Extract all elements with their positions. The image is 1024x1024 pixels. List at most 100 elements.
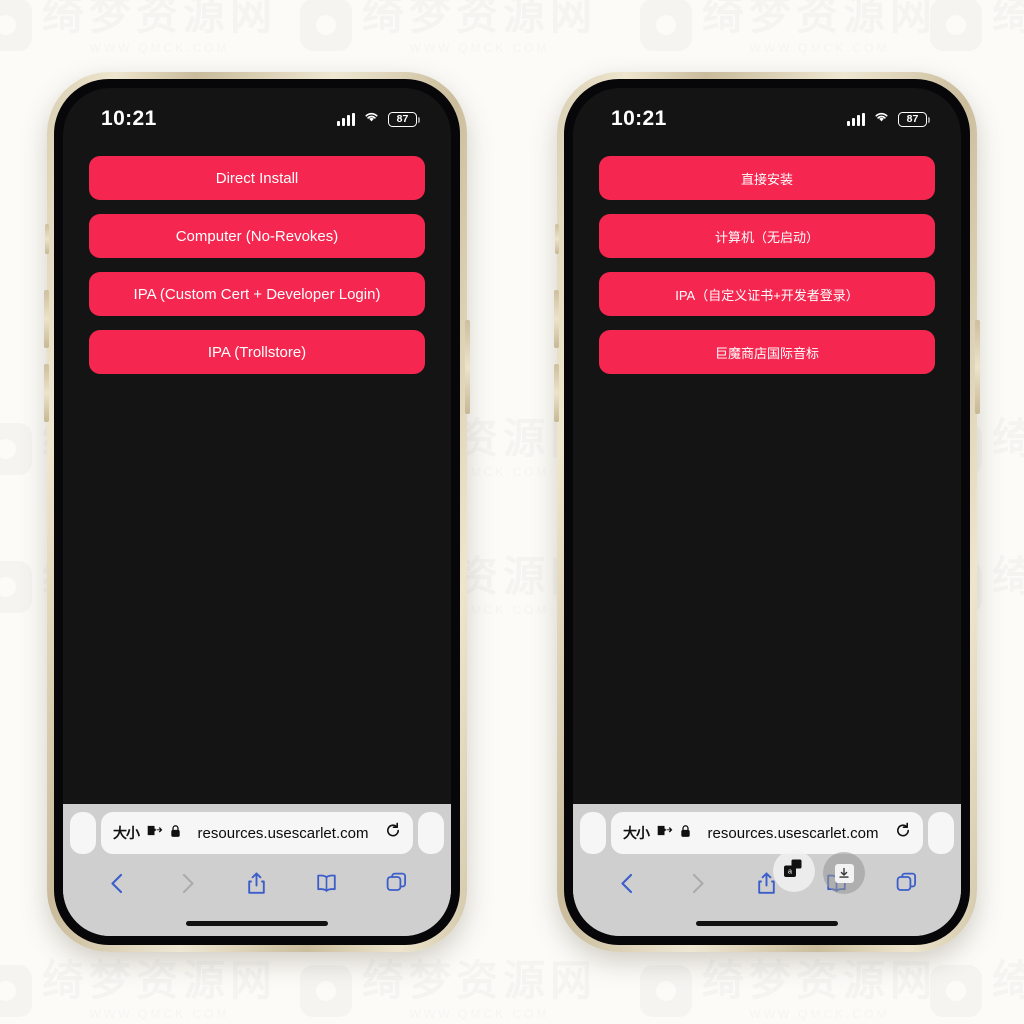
watermark-logo-icon	[0, 964, 32, 1017]
watermark-url: WWW.QMCK.COM	[749, 1007, 890, 1021]
toolbar-forward-button[interactable]	[686, 871, 709, 901]
home-indicator[interactable]	[696, 920, 838, 926]
aa-text-size-icon[interactable]: 大小	[113, 823, 140, 843]
url-bar[interactable]: 大小 resources.usescarlet.com	[101, 812, 413, 854]
watermark: 绮梦资源网 WWW.QMCK.COM	[640, 0, 937, 55]
device-bezel: 10:21 87 直接安装计算机（无启动） IPA（自定义证书+开发者登录） 巨魔商…	[564, 79, 970, 945]
previous-tab-peek[interactable]	[70, 812, 96, 854]
watermark-text: 绮梦资源网	[362, 0, 598, 38]
volume-up-button[interactable]	[44, 290, 49, 348]
status-bar: 10:21 87	[63, 88, 451, 140]
url-text[interactable]: resources.usescarlet.com	[188, 825, 378, 842]
chevron-right-icon	[176, 873, 199, 900]
toolbar-tabs-button[interactable]	[895, 871, 918, 901]
toolbar-back-button[interactable]	[106, 871, 129, 901]
watermark: 绮梦资源网 WWW.QMCK.COM	[640, 960, 937, 1021]
puzzle-piece-icon[interactable]	[146, 824, 163, 842]
web-page-content: Direct Install Computer (No-Revokes) IPA (…	[63, 140, 451, 804]
lock-icon	[680, 824, 691, 843]
watermark: 绮梦资源网 WWW.QMCK.COM	[0, 0, 277, 55]
status-time: 10:21	[611, 107, 667, 130]
volume-down-button[interactable]	[554, 364, 559, 422]
watermark-text: 绮梦资源网	[702, 0, 938, 38]
device-screen: 10:21 87 直接安装计算机（无启动） IPA（自定义证书+开发者登录） 巨魔商…	[573, 88, 961, 936]
watermark-text: 绮梦资源网	[992, 0, 1024, 38]
url-text[interactable]: resources.usescarlet.com	[698, 825, 888, 842]
power-button[interactable]	[465, 320, 470, 414]
toolbar-forward-button[interactable]	[176, 871, 199, 901]
battery-level: 87	[906, 112, 919, 125]
watermark: 绮梦资源网 WWW.QMCK.COM	[0, 960, 277, 1021]
home-indicator-area	[573, 910, 961, 936]
install-button-4[interactable]: IPA (Trollstore)	[89, 330, 425, 374]
reload-icon[interactable]	[385, 822, 401, 844]
watermark-logo-icon	[930, 964, 982, 1017]
watermark-text: 绮梦资源网	[362, 957, 598, 1004]
watermark-logo-icon	[300, 0, 352, 51]
watermark-text: 绮梦资源网	[992, 415, 1024, 462]
book-icon	[315, 874, 338, 900]
url-bar-row: 大小 resources.usescarlet.com	[573, 812, 961, 862]
install-button-3[interactable]: IPA（自定义证书+开发者登录）	[599, 272, 935, 316]
url-bar-row: 大小 resources.usescarlet.com	[63, 812, 451, 862]
cellular-signal-icon	[847, 112, 865, 126]
toolbar-back-button[interactable]	[616, 871, 639, 901]
battery-icon: 87	[388, 111, 420, 127]
download-badge[interactable]	[823, 852, 865, 894]
watermark-text: 绮梦资源网	[992, 957, 1024, 1004]
next-tab-peek[interactable]	[928, 812, 954, 854]
next-tab-peek[interactable]	[418, 812, 444, 854]
watermark-logo-icon	[300, 964, 352, 1017]
device-screen: 10:21 87 Direct Install Computer (No-Revo…	[63, 88, 451, 936]
toolbar-tabs-button[interactable]	[385, 871, 408, 901]
safari-toolbar	[573, 862, 961, 910]
reload-icon[interactable]	[895, 822, 911, 844]
download-arrow-icon	[834, 863, 854, 883]
watermark-logo-icon	[930, 0, 982, 51]
watermark: 绮梦资源网 WWW.QMCK.COM	[300, 0, 597, 55]
cellular-signal-icon	[337, 112, 355, 126]
mute-switch[interactable]	[555, 224, 559, 254]
watermark-logo-icon	[0, 560, 32, 613]
install-button-2[interactable]: Computer (No-Revokes)	[89, 214, 425, 258]
device-bezel: 10:21 87 Direct Install Computer (No-Revo…	[54, 79, 460, 945]
previous-tab-peek[interactable]	[580, 812, 606, 854]
safari-toolbar	[63, 862, 451, 910]
volume-down-button[interactable]	[44, 364, 49, 422]
safari-chrome: 大小 resources.usescarlet.com	[63, 804, 451, 936]
app-switch-badge[interactable]: a	[773, 850, 815, 892]
mute-switch[interactable]	[45, 224, 49, 254]
install-button-2[interactable]: 计算机（无启动）	[599, 214, 935, 258]
install-button-1[interactable]: Direct Install	[89, 156, 425, 200]
watermark-url: WWW.QMCK.COM	[749, 41, 890, 55]
install-button-1[interactable]: 直接安装	[599, 156, 935, 200]
watermark: 绮梦资源网 WWW.QMCK.COM	[930, 0, 1024, 55]
watermark-text: 绮梦资源网	[42, 0, 278, 38]
install-button-4[interactable]: 巨魔商店国际音标	[599, 330, 935, 374]
volume-up-button[interactable]	[554, 290, 559, 348]
share-icon	[245, 872, 268, 900]
aa-text-size-icon[interactable]: 大小	[623, 823, 650, 843]
battery-icon: 87	[898, 111, 930, 127]
watermark-url: WWW.QMCK.COM	[89, 1007, 230, 1021]
watermark-text: 绮梦资源网	[702, 957, 938, 1004]
watermark-logo-icon	[640, 0, 692, 51]
chevron-left-icon	[616, 873, 639, 900]
toolbar-bookmarks-button[interactable]	[315, 871, 338, 901]
home-indicator[interactable]	[186, 920, 328, 926]
watermark: 绮梦资源网 WWW.QMCK.COM	[300, 960, 597, 1021]
chevron-right-icon	[686, 873, 709, 900]
install-button-3[interactable]: IPA (Custom Cert + Developer Login)	[89, 272, 425, 316]
chevron-left-icon	[106, 873, 129, 900]
url-bar[interactable]: 大小 resources.usescarlet.com	[611, 812, 923, 854]
wifi-icon	[873, 110, 890, 128]
tabs-icon	[385, 872, 408, 900]
lock-icon	[170, 824, 181, 843]
share-icon	[755, 872, 778, 900]
toolbar-share-button[interactable]	[245, 871, 268, 901]
app-switch-icon: a	[783, 859, 805, 883]
puzzle-piece-icon[interactable]	[656, 824, 673, 842]
wifi-icon	[363, 110, 380, 128]
watermark-url: WWW.QMCK.COM	[409, 41, 550, 55]
power-button[interactable]	[975, 320, 980, 414]
